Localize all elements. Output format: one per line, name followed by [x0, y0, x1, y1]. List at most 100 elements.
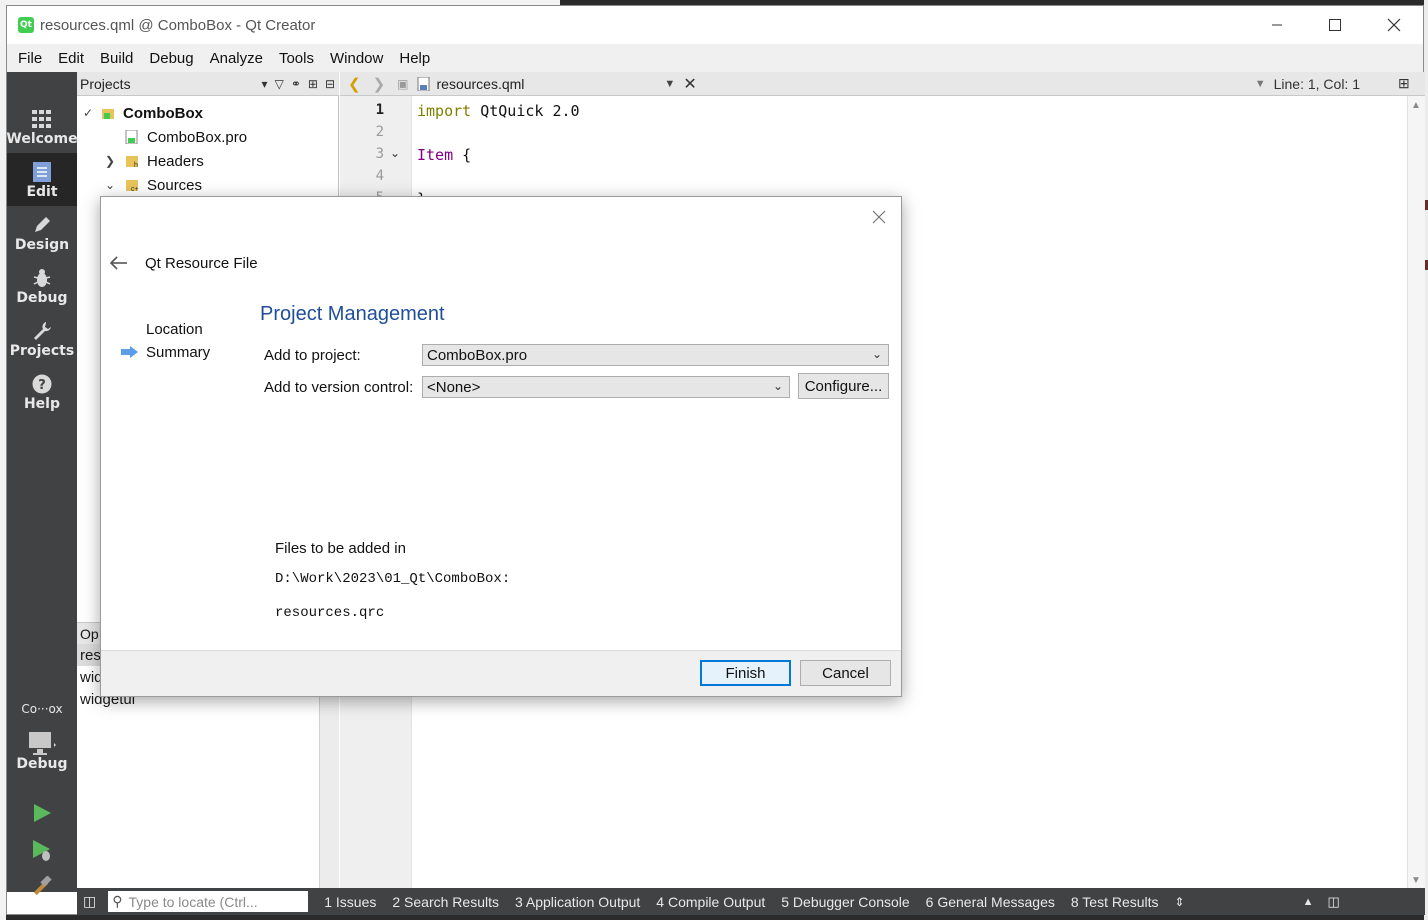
files-target-path: D:\Work\2023\01_Qt\ComboBox:: [275, 571, 511, 587]
configure-button[interactable]: Configure...: [798, 373, 889, 399]
minimize-button[interactable]: [1248, 6, 1306, 44]
pane-debugger-console[interactable]: 5 Debugger Console: [781, 894, 909, 910]
tree-item-label: Headers: [147, 152, 204, 170]
mode-edit[interactable]: Edit: [7, 153, 77, 206]
mode-label: Projects: [9, 342, 75, 359]
maximize-button[interactable]: [1306, 6, 1364, 44]
menu-edit[interactable]: Edit: [50, 50, 92, 67]
mode-label: Welcome: [6, 130, 78, 147]
svg-text:c+: c+: [131, 186, 139, 192]
qt-logo-icon: Qt: [18, 17, 34, 33]
scroll-up-icon[interactable]: ▲: [1411, 100, 1421, 111]
pane-test-results[interactable]: 8 Test Results: [1071, 894, 1159, 910]
maximize-icon: [1329, 19, 1341, 31]
cancel-button[interactable]: Cancel: [800, 660, 891, 686]
close-document-icon[interactable]: ✕: [683, 74, 696, 94]
line-number: 1: [375, 102, 384, 118]
open-file-name[interactable]: resources.qml: [437, 76, 525, 92]
expanded-arrow-icon: ⌄: [105, 178, 116, 192]
svg-text:?: ?: [38, 378, 46, 393]
toggle-right-sidebar-icon[interactable]: ◫: [1327, 894, 1339, 910]
debug-run-button[interactable]: [7, 832, 77, 870]
mode-welcome[interactable]: Welcome: [6, 100, 78, 153]
mode-design[interactable]: Design: [7, 206, 77, 259]
scroll-down-icon[interactable]: ▼: [1411, 875, 1421, 886]
cursor-position[interactable]: Line: 1, Col: 1: [1274, 76, 1360, 92]
menu-analyze[interactable]: Analyze: [202, 50, 271, 67]
menu-help[interactable]: Help: [391, 50, 438, 67]
menu-window[interactable]: Window: [322, 50, 391, 67]
filter-icon[interactable]: ▽: [275, 77, 284, 91]
projects-header-label[interactable]: Projects: [80, 76, 131, 92]
close-window-button[interactable]: [1365, 6, 1423, 44]
pane-switch-icon[interactable]: ⇕: [1175, 895, 1185, 909]
line-number: 4: [375, 168, 384, 184]
qml-file-icon: [417, 76, 429, 91]
dialog-footer: Finish Cancel: [101, 650, 901, 696]
mode-projects[interactable]: Projects: [7, 312, 77, 365]
files-list-item: resources.qrc: [275, 605, 385, 621]
version-control-value: <None>: [427, 378, 481, 396]
wizard-step-summary: Summary: [146, 344, 211, 361]
new-file-wizard-dialog: Qt Resource File Location Summary Projec…: [100, 196, 902, 697]
add-to-project-combo[interactable]: ComboBox.pro ⌄: [422, 344, 889, 366]
file-dropdown-icon[interactable]: ▼: [664, 78, 675, 90]
kit-selector[interactable]: Debug: [7, 722, 77, 782]
tree-item-headers[interactable]: ❯ h Headers: [105, 149, 204, 173]
mode-label: Design: [14, 236, 70, 253]
symbol-dropdown-icon[interactable]: ▼: [1255, 78, 1266, 90]
back-icon[interactable]: ❮: [348, 75, 361, 93]
menu-debug[interactable]: Debug: [141, 50, 201, 67]
search-icon: ⚲: [112, 893, 123, 909]
version-control-combo[interactable]: <None> ⌄: [422, 376, 790, 398]
title-bar: Qt resources.qml @ ComboBox - Qt Creator: [7, 6, 1423, 44]
forward-icon[interactable]: ❯: [373, 75, 386, 93]
kit-selector-label: Co···ox: [21, 702, 63, 716]
menu-build[interactable]: Build: [92, 50, 141, 67]
code-line: import QtQuick 2.0: [417, 102, 580, 120]
tree-item-sources[interactable]: ⌄ c+ Sources: [105, 173, 202, 197]
finish-button[interactable]: Finish: [700, 660, 791, 686]
pane-general-messages[interactable]: 6 General Messages: [926, 894, 1055, 910]
projects-header: Projects ▾ ▽ ⚭ ⊞ ⊟: [77, 72, 339, 96]
mode-label: Help: [23, 395, 61, 412]
toggle-sidebar-icon[interactable]: ◫: [83, 893, 96, 910]
dialog-close-button[interactable]: [867, 205, 891, 229]
monitor-icon: [27, 732, 57, 756]
menu-tools[interactable]: Tools: [271, 50, 322, 67]
add-to-project-value: ComboBox.pro: [427, 346, 528, 364]
mode-label: Debug: [16, 289, 68, 306]
wizard-step-location: Location: [146, 321, 203, 338]
split-icon[interactable]: ⊞: [308, 77, 318, 91]
pane-application-output[interactable]: 3 Application Output: [515, 894, 640, 910]
split-editor-icon[interactable]: ⊞: [1398, 75, 1410, 92]
menu-file[interactable]: File: [10, 50, 50, 67]
link-icon[interactable]: ⚭: [291, 77, 301, 91]
mode-help[interactable]: ? Help: [7, 365, 77, 418]
editor-scrollbar[interactable]: ▲ ▼: [1407, 96, 1425, 892]
headers-folder-icon: h: [126, 156, 138, 168]
pane-issues[interactable]: 1 Issues: [324, 894, 376, 910]
tree-item-combobox[interactable]: ✓ ComboBox: [83, 101, 203, 125]
mode-debug[interactable]: Debug: [7, 259, 77, 312]
run-button[interactable]: [7, 794, 77, 832]
output-pane-bar: ◫ ⚲ Type to locate (Ctrl... 1 Issues 2 S…: [77, 888, 1425, 915]
add-to-project-label: Add to project:: [264, 347, 361, 364]
fold-arrow-icon[interactable]: ⌄: [390, 146, 400, 160]
wizard-title: Qt Resource File: [145, 255, 258, 272]
tree-item-label: ComboBox: [123, 104, 203, 122]
tree-item-pro-file[interactable]: ComboBox.pro: [125, 125, 247, 149]
maximize-pane-icon[interactable]: ▲: [1303, 896, 1314, 908]
wrench-icon: [32, 319, 52, 343]
chevron-down-icon[interactable]: ▾: [262, 77, 268, 91]
lock-icon: ▣: [397, 76, 409, 91]
close-pane-icon[interactable]: ⊟: [325, 77, 335, 91]
chevron-down-icon: ⌄: [871, 347, 882, 361]
version-control-label: Add to version control:: [264, 379, 414, 396]
back-button[interactable]: [109, 253, 131, 273]
pane-search-results[interactable]: 2 Search Results: [392, 894, 499, 910]
pane-compile-output[interactable]: 4 Compile Output: [656, 894, 765, 910]
window-title: resources.qml @ ComboBox - Qt Creator: [40, 16, 316, 34]
locator-input[interactable]: ⚲ Type to locate (Ctrl...: [108, 891, 309, 912]
build-button[interactable]: [7, 868, 77, 906]
